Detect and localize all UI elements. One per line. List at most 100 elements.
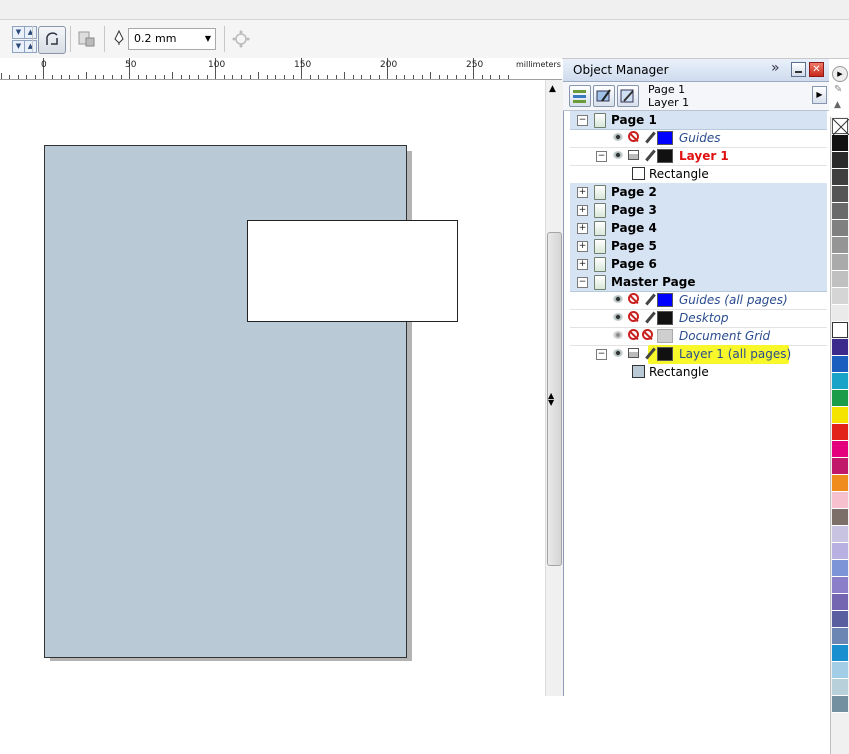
layer-color-swatch[interactable]: [657, 131, 673, 145]
palette-swatch[interactable]: [832, 560, 848, 577]
tree-master-page[interactable]: − Master Page: [570, 273, 827, 292]
layer-color-swatch[interactable]: [657, 149, 673, 163]
palette-swatch[interactable]: [832, 441, 848, 458]
palette-swatch[interactable]: [832, 594, 848, 611]
palette-swatch[interactable]: [832, 373, 848, 390]
docker-menu-button[interactable]: ▶: [812, 86, 827, 104]
palette-swatch[interactable]: [832, 390, 848, 407]
tree-page-1[interactable]: − Page 1: [570, 111, 827, 130]
layer-color-swatch[interactable]: [657, 347, 673, 361]
spin-up-button-2[interactable]: ▲: [24, 40, 37, 53]
tree-layer-desktop[interactable]: Desktop: [570, 309, 827, 328]
tree-layer-guides[interactable]: Guides: [570, 129, 827, 148]
palette-swatch[interactable]: [832, 679, 848, 696]
palette-swatch[interactable]: [832, 118, 849, 136]
palette-swatch[interactable]: [832, 356, 848, 373]
hidden-eye-icon[interactable]: [613, 331, 623, 339]
tree-page-6[interactable]: + Page 6: [570, 255, 827, 274]
eye-icon[interactable]: [613, 295, 623, 303]
eye-icon[interactable]: [613, 151, 623, 159]
splitter-handle-icon[interactable]: ▲ ▼: [548, 392, 554, 407]
collapse-icon[interactable]: −: [577, 115, 588, 126]
tree-page-5[interactable]: + Page 5: [570, 237, 827, 256]
palette-swatch[interactable]: [832, 407, 848, 424]
palette-swatch[interactable]: [832, 288, 848, 305]
palette-swatch[interactable]: [832, 186, 848, 203]
pencil-icon[interactable]: [645, 347, 656, 360]
palette-swatch[interactable]: [832, 543, 848, 560]
palette-swatch[interactable]: [832, 475, 848, 492]
eye-icon[interactable]: [613, 133, 623, 141]
spin-up-button[interactable]: ▲: [24, 26, 37, 39]
expand-icon[interactable]: +: [577, 259, 588, 270]
no-print-icon[interactable]: [628, 293, 639, 304]
palette-swatch[interactable]: [832, 322, 848, 338]
scroll-up-icon[interactable]: ▲: [549, 84, 556, 94]
tree-layer-master-layer-1[interactable]: − Layer 1 (all pages): [570, 345, 827, 363]
pencil-icon[interactable]: [645, 293, 656, 306]
tree-object-rectangle[interactable]: Rectangle: [570, 165, 827, 183]
minimize-button[interactable]: [791, 62, 806, 77]
layer-manager-view-button[interactable]: [617, 85, 639, 107]
palette-swatch[interactable]: [832, 645, 848, 662]
rectangle-object[interactable]: [247, 220, 458, 322]
palette-swatch[interactable]: [832, 662, 848, 679]
tree-page-2[interactable]: + Page 2: [570, 183, 827, 202]
tree-page-4[interactable]: + Page 4: [570, 219, 827, 238]
collapse-chevron-icon[interactable]: »: [771, 60, 780, 76]
pencil-icon[interactable]: [645, 131, 656, 144]
palette-swatch[interactable]: [832, 271, 848, 288]
palette-swatch[interactable]: [832, 203, 848, 220]
printer-icon[interactable]: [628, 348, 639, 358]
show-properties-button[interactable]: [569, 85, 591, 107]
palette-swatch[interactable]: [832, 305, 848, 322]
position-button[interactable]: [232, 30, 250, 48]
layer-color-swatch[interactable]: [657, 311, 673, 325]
palette-up-icon[interactable]: ▲: [834, 100, 841, 110]
palette-swatch[interactable]: [832, 169, 848, 186]
tree-page-3[interactable]: + Page 3: [570, 201, 827, 220]
printer-icon[interactable]: [628, 150, 639, 160]
palette-swatch[interactable]: [832, 339, 848, 356]
close-button[interactable]: ✕: [809, 62, 824, 77]
collapse-icon[interactable]: −: [596, 151, 607, 162]
palette-swatch[interactable]: [832, 458, 848, 475]
pin-icon[interactable]: ✎: [834, 84, 842, 95]
collapse-icon[interactable]: −: [596, 349, 607, 360]
palette-scroll-button[interactable]: ▶: [832, 66, 848, 82]
eye-icon[interactable]: [613, 313, 623, 321]
expand-icon[interactable]: +: [577, 205, 588, 216]
no-edit-icon[interactable]: [642, 329, 653, 340]
palette-swatch[interactable]: [832, 696, 848, 713]
palette-swatch[interactable]: [832, 628, 848, 645]
outline-width-select[interactable]: 0.2 mm ▼: [128, 28, 216, 50]
palette-swatch[interactable]: [832, 237, 848, 254]
palette-swatch[interactable]: [832, 611, 848, 628]
edit-across-layers-button[interactable]: [593, 85, 615, 107]
wrap-text-button[interactable]: [78, 30, 96, 48]
palette-swatch[interactable]: [832, 509, 848, 526]
palette-swatch[interactable]: [832, 220, 848, 237]
tree-object-master-rectangle[interactable]: Rectangle: [570, 363, 827, 381]
layer-color-swatch[interactable]: [657, 329, 673, 343]
palette-swatch[interactable]: [832, 492, 848, 509]
palette-swatch[interactable]: [832, 424, 848, 441]
pencil-icon[interactable]: [645, 311, 656, 324]
palette-swatch[interactable]: [832, 152, 848, 169]
palette-swatch[interactable]: [832, 135, 848, 152]
pencil-icon[interactable]: [645, 149, 656, 162]
palette-swatch[interactable]: [832, 254, 848, 271]
no-print-icon[interactable]: [628, 311, 639, 322]
eye-icon[interactable]: [613, 349, 623, 357]
expand-icon[interactable]: +: [577, 241, 588, 252]
expand-icon[interactable]: +: [577, 187, 588, 198]
collapse-icon[interactable]: −: [577, 277, 588, 288]
scale-outline-button[interactable]: [38, 26, 66, 54]
tree-layer-1[interactable]: − Layer 1: [570, 147, 827, 166]
tree-layer-document-grid[interactable]: Document Grid: [570, 327, 827, 346]
no-print-icon[interactable]: [628, 131, 639, 142]
palette-swatch[interactable]: [832, 577, 848, 594]
expand-icon[interactable]: +: [577, 223, 588, 234]
no-print-icon[interactable]: [628, 329, 639, 340]
layer-color-swatch[interactable]: [657, 293, 673, 307]
